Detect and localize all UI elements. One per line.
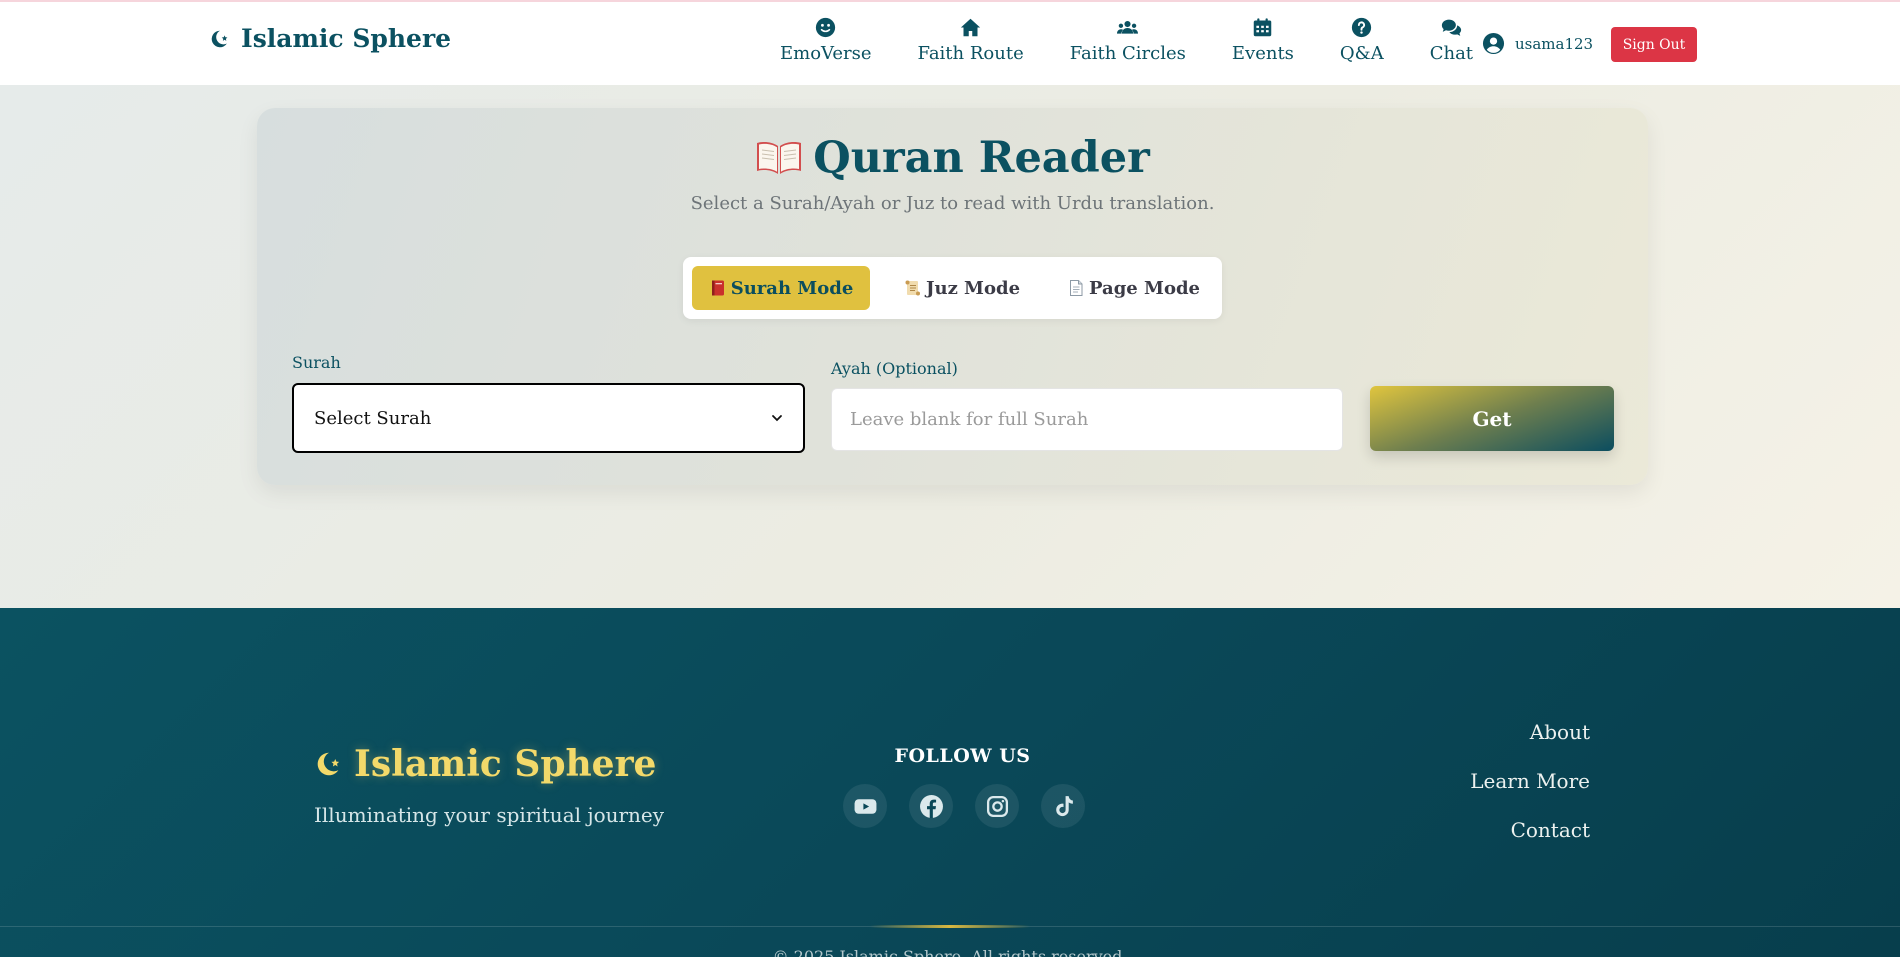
home-icon — [960, 16, 982, 38]
nav-item-faith-circles[interactable]: Faith Circles — [1070, 16, 1186, 64]
surah-select-value: Select Surah — [314, 407, 432, 429]
calendar-icon — [1252, 16, 1274, 38]
page-subtitle: Select a Surah/Ayah or Juz to read with … — [690, 193, 1215, 214]
nav-item-events[interactable]: Events — [1232, 16, 1294, 64]
nav-item-label: EmoVerse — [780, 43, 872, 64]
question-circle-icon — [1351, 16, 1373, 38]
chevron-down-icon — [772, 415, 782, 422]
youtube-icon — [854, 798, 876, 814]
username: usama123 — [1515, 34, 1594, 53]
social-links — [843, 784, 1085, 828]
sign-out-button[interactable]: Sign Out — [1611, 27, 1697, 62]
facebook-link[interactable] — [909, 784, 953, 828]
top-navbar: Islamic Sphere EmoVerse Faith Route Fait… — [0, 0, 1900, 85]
brand-name: Islamic Sphere — [241, 24, 452, 53]
ayah-label: Ayah (Optional) — [831, 359, 958, 378]
page-mode-button[interactable]: Page Mode — [1052, 266, 1215, 310]
juz-mode-button[interactable]: Juz Mode — [879, 266, 1045, 310]
nav-item-label: Chat — [1429, 43, 1474, 64]
mode-label: Surah Mode — [730, 277, 854, 299]
page-title: Quran Reader — [257, 133, 1648, 183]
instagram-icon — [986, 795, 1008, 817]
footer-link-about[interactable]: About — [1470, 720, 1590, 744]
main-nav: EmoVerse Faith Route Faith Circles Event… — [780, 16, 1519, 64]
surah-label: Surah — [292, 353, 341, 372]
instagram-link[interactable] — [975, 784, 1019, 828]
tiktok-icon — [1055, 795, 1073, 816]
footer-link-contact[interactable]: Contact — [1470, 818, 1590, 842]
follow-us-heading: FOLLOW US — [894, 745, 1031, 767]
facebook-icon — [919, 794, 943, 818]
page-icon — [1070, 280, 1083, 296]
footer-links: About Learn More Contact — [1470, 720, 1590, 867]
footer-divider-glow — [870, 925, 1030, 928]
footer-brand[interactable]: Islamic Sphere — [314, 743, 656, 785]
user-profile[interactable]: usama123 — [1482, 32, 1593, 55]
footer-tagline: Illuminating your spiritual journey — [314, 803, 665, 827]
surah-mode-button[interactable]: Surah Mode — [692, 266, 870, 310]
page-title-text: Quran Reader — [813, 133, 1150, 183]
mode-switcher: Surah Mode Juz Mode Page Mode — [683, 257, 1222, 319]
quran-reader-card: Quran Reader Select a Surah/Ayah or Juz … — [257, 108, 1648, 485]
open-book-icon — [757, 142, 802, 174]
crescent-star-icon — [211, 30, 228, 47]
crescent-star-icon — [317, 752, 340, 776]
nav-item-qa[interactable]: Q&A — [1340, 16, 1384, 64]
surah-select[interactable]: Select Surah — [292, 383, 805, 453]
smile-icon — [815, 16, 837, 38]
ayah-input[interactable] — [831, 388, 1343, 451]
tiktok-link[interactable] — [1041, 784, 1085, 828]
nav-item-label: Events — [1231, 43, 1294, 64]
footer-brand-name: Islamic Sphere — [354, 743, 657, 785]
nav-item-label: Faith Circles — [1069, 43, 1186, 64]
nav-item-faith-route[interactable]: Faith Route — [918, 16, 1024, 64]
brand-logo[interactable]: Islamic Sphere — [209, 24, 451, 53]
user-circle-icon — [1482, 32, 1505, 55]
nav-item-emoverse[interactable]: EmoVerse — [780, 16, 872, 64]
mode-label: Juz Mode — [925, 277, 1021, 299]
red-book-icon — [711, 280, 724, 296]
nav-item-label: Q&A — [1339, 43, 1384, 64]
copyright: © 2025 Islamic Sphere. All rights reserv… — [772, 947, 1128, 957]
chat-bubbles-icon — [1440, 16, 1462, 38]
mode-label: Page Mode — [1089, 277, 1200, 299]
get-button[interactable]: Get — [1370, 386, 1614, 451]
scroll-icon — [905, 280, 920, 296]
footer-link-learn-more[interactable]: Learn More — [1470, 769, 1590, 793]
youtube-link[interactable] — [843, 784, 887, 828]
nav-item-label: Faith Route — [917, 43, 1024, 64]
site-footer: Islamic Sphere Illuminating your spiritu… — [0, 608, 1900, 957]
main-content: Quran Reader Select a Surah/Ayah or Juz … — [0, 85, 1900, 608]
nav-item-chat[interactable]: Chat — [1430, 16, 1473, 64]
users-icon — [1117, 16, 1139, 38]
